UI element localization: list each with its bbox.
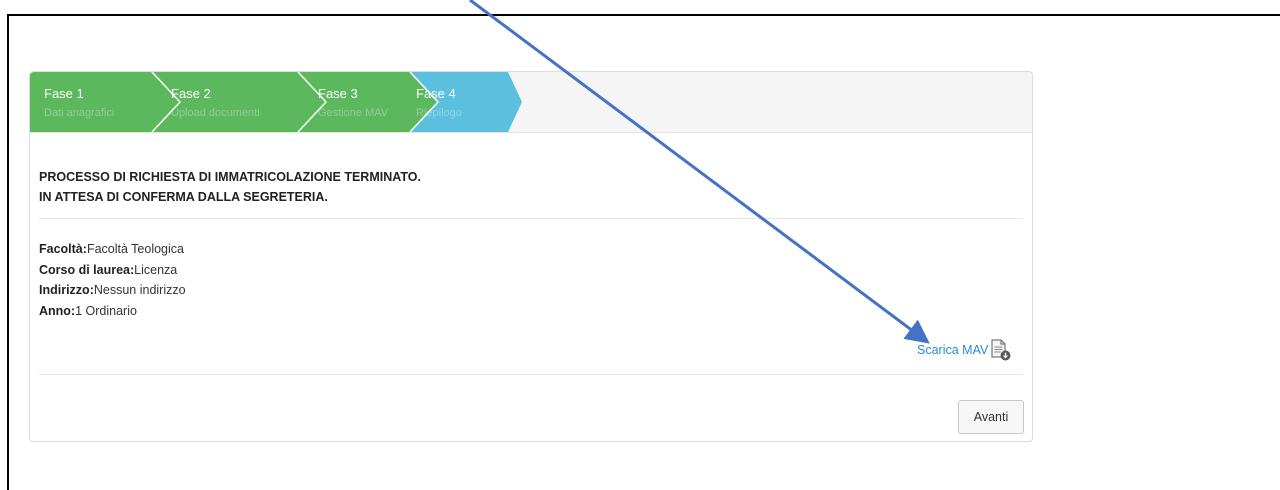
detail-value: Facoltà Teologica bbox=[86, 242, 184, 256]
document-download-icon bbox=[991, 339, 1011, 361]
detail-label: Anno: bbox=[39, 303, 76, 318]
step-sublabel: Gestione MAV bbox=[318, 107, 389, 119]
step-label: Fase 4 bbox=[416, 86, 456, 101]
message-line-1: PROCESSO DI RICHIESTA DI IMMATRICOLAZION… bbox=[39, 170, 421, 184]
wizard-shapes bbox=[30, 72, 522, 132]
detail-address: Indirizzo:Nessun indirizzo bbox=[39, 280, 186, 301]
detail-value: Licenza bbox=[134, 262, 178, 277]
detail-label: Facoltà: bbox=[39, 242, 87, 256]
message-line-2: IN ATTESA DI CONFERMA DALLA SEGRETERIA. bbox=[39, 190, 328, 204]
step-sublabel: Riepilogo bbox=[416, 107, 462, 119]
divider bbox=[39, 218, 1023, 219]
step-1-shape bbox=[30, 72, 180, 132]
step-sublabel: Upload documenti bbox=[171, 107, 260, 119]
detail-label: Indirizzo: bbox=[39, 283, 94, 297]
enrollment-panel: Fase 1 Dati anagrafici Fase 2 Upload doc… bbox=[29, 71, 1033, 442]
detail-value: Nessun indirizzo bbox=[93, 283, 186, 297]
detail-faculty: Facoltà:Facoltà Teologica bbox=[39, 239, 186, 260]
detail-course: Corso di laurea:Licenza bbox=[39, 260, 186, 281]
detail-year: Anno:1 Ordinario bbox=[39, 301, 186, 322]
wizard-steps: Fase 1 Dati anagrafici Fase 2 Upload doc… bbox=[30, 72, 1032, 133]
enrollment-details: Facoltà:Facoltà Teologica Corso di laure… bbox=[39, 239, 186, 321]
detail-value: 1 Ordinario bbox=[75, 303, 137, 318]
step-label: Fase 1 bbox=[44, 86, 84, 101]
divider bbox=[39, 374, 1023, 375]
detail-label: Corso di laurea: bbox=[39, 262, 135, 277]
completion-message: PROCESSO DI RICHIESTA DI IMMATRICOLAZION… bbox=[39, 167, 739, 207]
step-label: Fase 3 bbox=[318, 86, 358, 101]
download-mav-link[interactable]: Scarica MAV bbox=[917, 338, 1012, 362]
next-button[interactable]: Avanti bbox=[958, 400, 1024, 434]
step-sublabel: Dati anagrafici bbox=[44, 107, 115, 119]
download-mav-label: Scarica MAV bbox=[917, 343, 989, 357]
step-label: Fase 2 bbox=[171, 86, 211, 101]
